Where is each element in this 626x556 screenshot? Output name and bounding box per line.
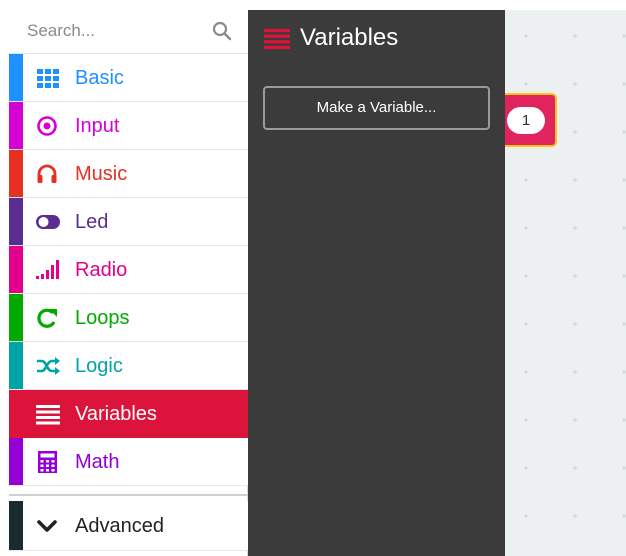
make-variable-button[interactable]: Make a Variable... xyxy=(263,86,490,130)
category-color-bar xyxy=(9,342,23,389)
category-color-bar xyxy=(9,438,23,485)
category-radio[interactable]: Radio xyxy=(9,246,248,294)
search-input[interactable] xyxy=(15,16,215,46)
category-loops[interactable]: Loops xyxy=(9,294,248,342)
toggle-icon xyxy=(36,215,60,229)
category-label: Led xyxy=(75,211,109,233)
lines-icon xyxy=(264,29,290,49)
flyout-title: Variables xyxy=(300,24,399,51)
category-color-bar xyxy=(9,54,23,101)
category-logic[interactable]: Logic xyxy=(9,342,248,390)
category-color-bar xyxy=(9,150,23,197)
category-color-bar xyxy=(9,294,23,341)
headphones-icon xyxy=(37,164,57,183)
category-label: Basic xyxy=(75,67,124,89)
toolbox: Basic Input Music Led xyxy=(9,10,248,556)
category-label: Loops xyxy=(75,307,130,329)
number-value[interactable]: 1 xyxy=(507,107,545,134)
grid-icon xyxy=(37,69,59,88)
workspace-grid xyxy=(524,34,626,518)
category-input[interactable]: Input xyxy=(9,102,248,150)
signal-bars-icon xyxy=(36,260,59,279)
workspace-canvas[interactable]: 1 xyxy=(505,10,626,556)
search-icon[interactable] xyxy=(212,21,232,41)
category-label: Input xyxy=(75,115,120,137)
category-color-bar xyxy=(9,246,23,293)
category-color-bar xyxy=(9,198,23,245)
chevron-down-icon xyxy=(37,520,57,532)
category-led[interactable]: Led xyxy=(9,198,248,246)
category-color-bar xyxy=(9,501,23,550)
calculator-icon xyxy=(38,451,57,473)
category-label: Logic xyxy=(75,355,123,377)
category-math[interactable]: Math xyxy=(9,438,248,486)
variables-flyout: Variables Make a Variable... xyxy=(248,10,505,556)
toolbox-separator xyxy=(9,494,248,496)
category-advanced[interactable]: Advanced xyxy=(9,501,248,551)
category-variables[interactable]: Variables xyxy=(9,390,248,438)
category-label: Radio xyxy=(75,259,128,281)
target-icon xyxy=(37,116,57,136)
lines-icon xyxy=(36,405,60,425)
number-block[interactable]: 1 xyxy=(505,93,557,147)
search-box xyxy=(9,10,248,54)
category-music[interactable]: Music xyxy=(9,150,248,198)
category-label: Music xyxy=(75,163,128,185)
category-color-bar xyxy=(9,102,23,149)
category-label: Math xyxy=(75,451,120,473)
refresh-icon xyxy=(37,308,57,328)
shuffle-icon xyxy=(37,357,60,375)
category-basic[interactable]: Basic xyxy=(9,54,248,102)
category-label: Advanced xyxy=(75,515,164,537)
category-label: Variables xyxy=(75,403,157,425)
